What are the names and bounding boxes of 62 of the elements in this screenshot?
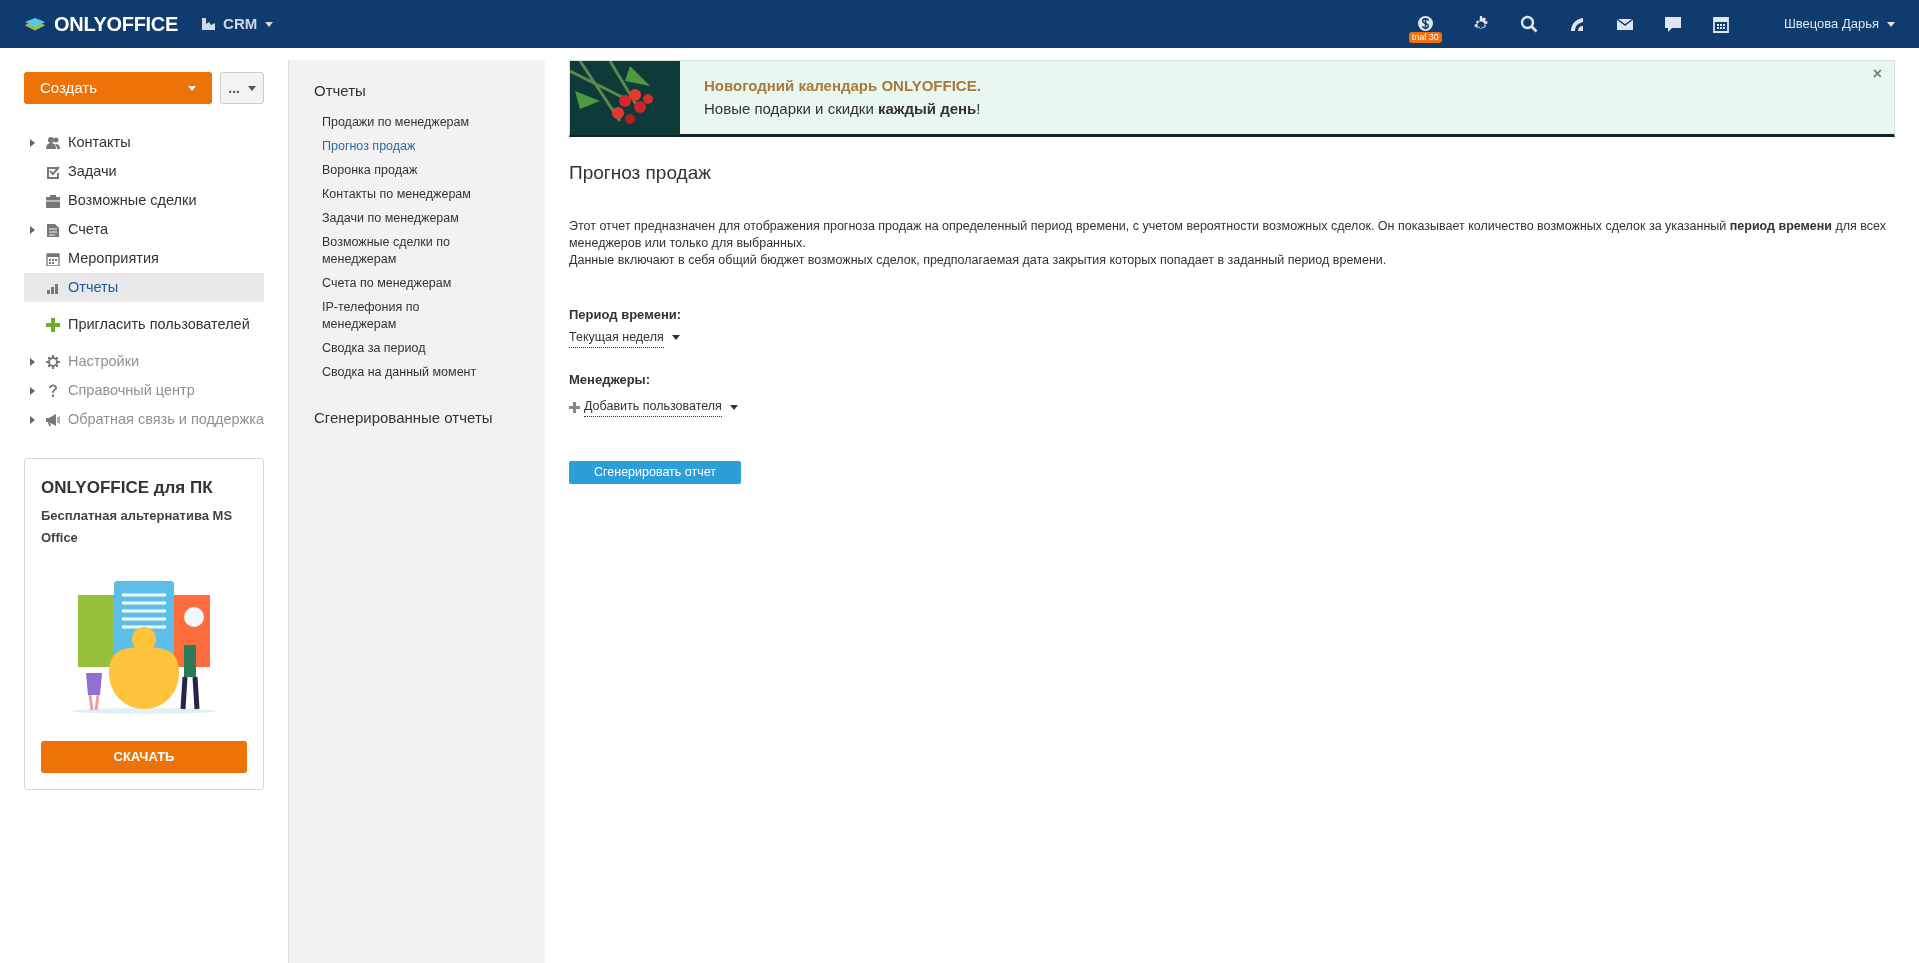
calendar-icon: [46, 251, 60, 266]
calendar-icon[interactable]: [1711, 15, 1730, 33]
caret-icon[interactable]: [671, 335, 680, 341]
briefcase-icon: [46, 193, 60, 208]
report-link[interactable]: IP-телефония по менеджерам: [314, 295, 495, 337]
sidebar-item[interactable]: Отчеты: [24, 273, 264, 302]
reports-heading: Отчеты: [314, 81, 367, 101]
report-link[interactable]: Сводка за период: [314, 336, 495, 361]
report-link[interactable]: Счета по менеджерам: [314, 271, 495, 296]
report-description: Данные включают в себя общий бюджет возможных сделок, предполагаемая дата закрытия которых попадает в заданный период времени.: [569, 251, 1388, 269]
report-link[interactable]: Продажи по менеджерам: [314, 110, 495, 135]
gear-icon: [46, 354, 60, 369]
sidebar-item[interactable]: Задачи: [24, 157, 264, 186]
chat-icon[interactable]: [1663, 15, 1682, 33]
report-link[interactable]: Прогноз продаж: [314, 134, 495, 159]
search-icon[interactable]: [1519, 15, 1538, 33]
checkbox-icon: [46, 164, 60, 179]
sidebar-item[interactable]: Пригласить пользователей: [24, 310, 264, 339]
question-icon: [46, 383, 60, 398]
add-user-dropdown[interactable]: Добавить пользователя: [584, 397, 722, 417]
period-label: Период времени:: [569, 305, 683, 324]
coin-icon[interactable]: [1417, 15, 1433, 31]
sidebar-item[interactable]: Мероприятия: [24, 244, 264, 273]
managers-label: Менеджеры:: [569, 370, 652, 389]
report-link[interactable]: Контакты по менеджерам: [314, 182, 495, 207]
report-description: Этот отчет предназначен для отображения прогноза продаж на определенный период времени, с учетом вероятности возможных сделок. Он показывает количество возможных сделок за указанный период времени для всех менеджеров или только для выбранных.: [569, 217, 1888, 252]
trial-badge: trial 30: [1408, 31, 1442, 43]
generated-reports-link[interactable]: Сгенерированные отчеты: [314, 406, 495, 429]
report-title: Прогноз продаж: [569, 161, 712, 185]
expand-arrow-icon[interactable]: [30, 138, 35, 147]
caret-icon: [247, 85, 256, 91]
expand-arrow-icon[interactable]: [30, 357, 35, 366]
sidebar-item[interactable]: Возможные сделки: [24, 186, 264, 215]
expand-arrow-icon[interactable]: [30, 415, 35, 424]
expand-arrow-icon[interactable]: [30, 386, 35, 395]
document-icon: [46, 222, 60, 237]
banner-text: Новые подарки и скидки каждый день!: [704, 98, 981, 119]
sidebar-item[interactable]: Счета: [24, 215, 264, 244]
chart-icon: [202, 18, 216, 30]
caret-icon: [188, 85, 197, 91]
expand-arrow-icon[interactable]: [30, 225, 35, 234]
period-dropdown[interactable]: Текущая неделя: [569, 328, 664, 348]
megaphone-icon: [46, 412, 60, 427]
promo-title: ONLYOFFICE для ПК: [41, 477, 214, 499]
sidebar-item[interactable]: Контакты: [24, 128, 264, 157]
promo-subtitle: Бесплатная альтернатива MS Office: [41, 506, 234, 547]
report-link[interactable]: Возможные сделки по менеджерам: [314, 230, 495, 272]
plus-icon: [46, 317, 60, 332]
plus-icon[interactable]: [569, 401, 580, 413]
report-link[interactable]: Воронка продаж: [314, 158, 495, 183]
logo-text[interactable]: ONLYOFFICE: [54, 9, 179, 39]
caret-icon: [265, 21, 274, 27]
caret-icon: [1887, 21, 1895, 27]
report-link[interactable]: Задачи по менеджерам: [314, 206, 495, 231]
logo-icon: [24, 17, 46, 31]
report-link[interactable]: Сводка на данный момент: [314, 360, 495, 385]
user-menu[interactable]: Швецова Дарья: [1783, 14, 1895, 34]
banner-title: Новогодний календарь ONLYOFFICE.: [704, 76, 981, 96]
module-switcher[interactable]: CRM: [202, 12, 274, 36]
caret-icon[interactable]: [729, 404, 738, 410]
contacts-icon: [46, 135, 60, 150]
more-button[interactable]: ...: [220, 72, 264, 104]
